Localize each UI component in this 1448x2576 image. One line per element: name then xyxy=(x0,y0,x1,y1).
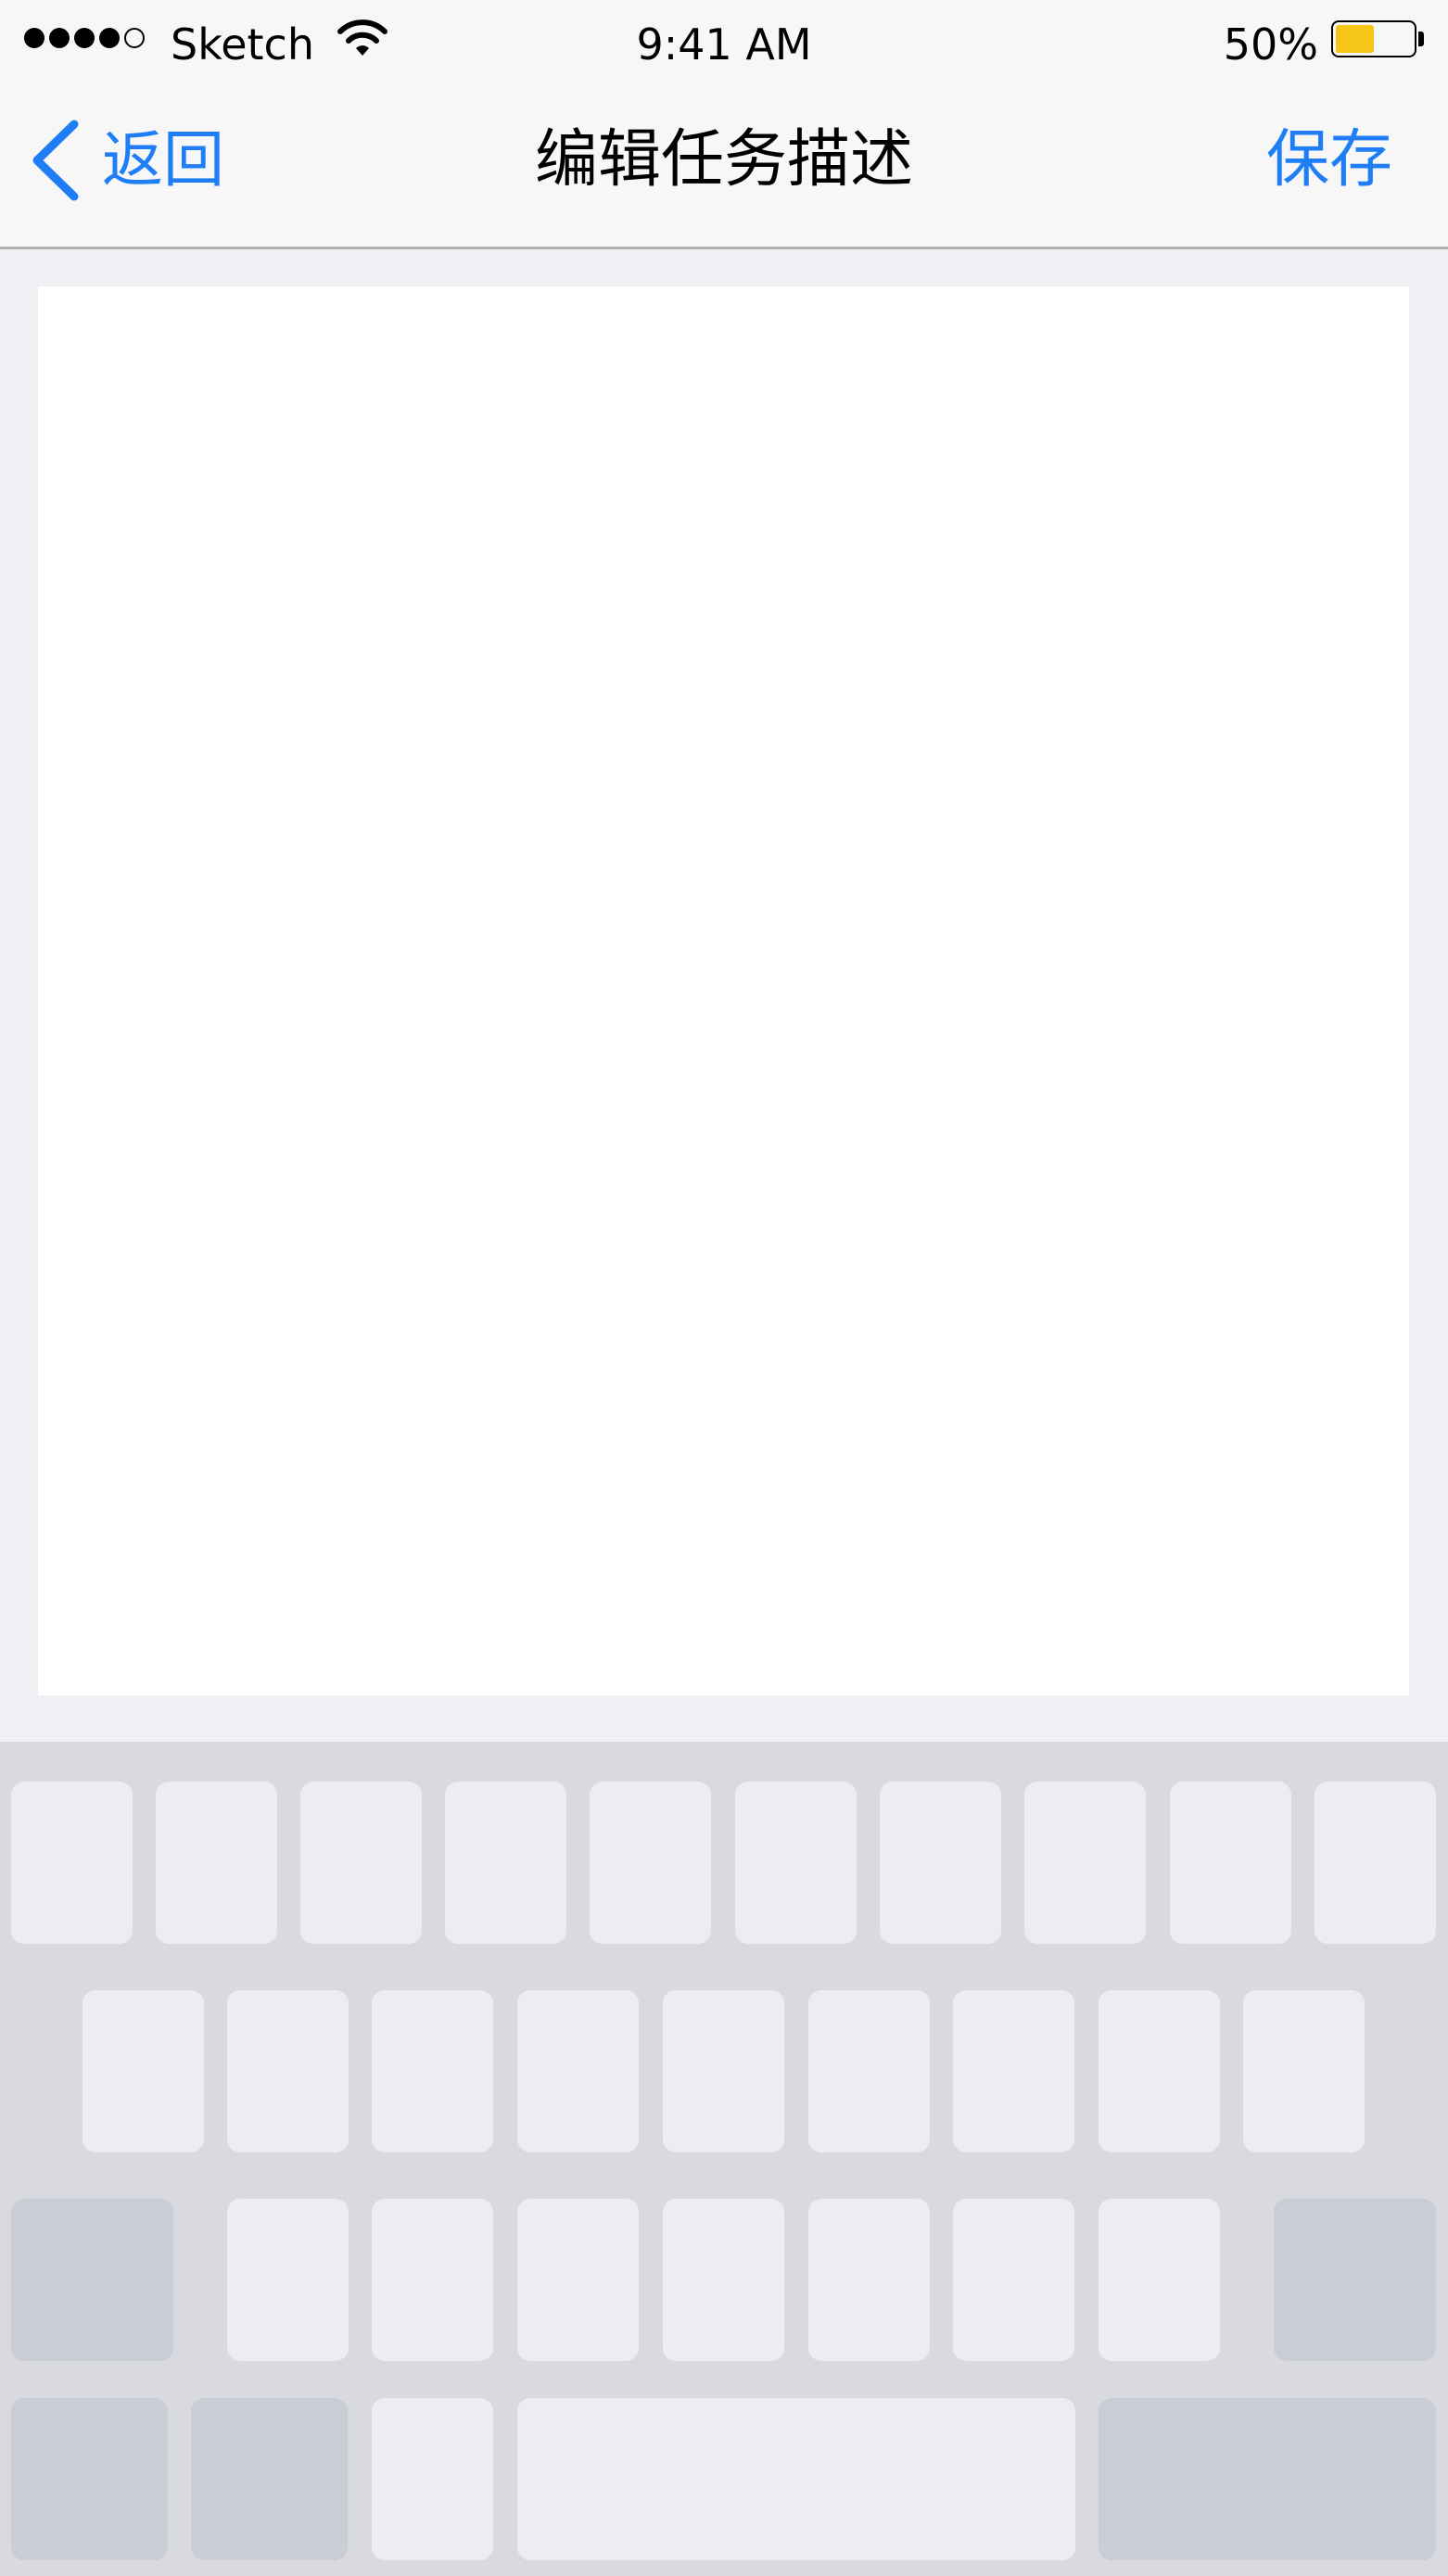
editor-area xyxy=(0,249,1448,1742)
keyboard-key[interactable] xyxy=(300,1782,422,1944)
keyboard-key[interactable] xyxy=(83,1990,204,2152)
battery-icon xyxy=(1331,20,1416,57)
keyboard-key[interactable] xyxy=(517,2199,639,2361)
battery-fill xyxy=(1336,25,1374,53)
keyboard-key[interactable] xyxy=(663,2199,784,2361)
delete-key[interactable] xyxy=(1274,2199,1436,2361)
keyboard-key[interactable] xyxy=(445,1782,566,1944)
keyboard-key[interactable] xyxy=(1170,1782,1291,1944)
keyboard-key[interactable] xyxy=(663,1990,784,2152)
globe-key[interactable] xyxy=(191,2398,348,2560)
keyboard-key[interactable] xyxy=(953,2199,1074,2361)
numbers-key[interactable] xyxy=(11,2398,168,2560)
mic-key[interactable] xyxy=(372,2398,493,2560)
status-bar: Sketch 9:41 AM 50% xyxy=(0,0,1448,83)
return-key[interactable] xyxy=(1099,2398,1436,2560)
keyboard-key[interactable] xyxy=(953,1990,1074,2152)
shift-key[interactable] xyxy=(11,2199,173,2361)
keyboard-key[interactable] xyxy=(590,1782,711,1944)
save-button[interactable]: 保存 xyxy=(1266,119,1392,202)
space-key[interactable] xyxy=(517,2398,1075,2560)
keyboard-key[interactable] xyxy=(880,1782,1001,1944)
battery-tip xyxy=(1418,32,1424,46)
keyboard-key[interactable] xyxy=(517,1990,639,2152)
keyboard-key[interactable] xyxy=(1099,1990,1220,2152)
keyboard-key[interactable] xyxy=(735,1782,857,1944)
keyboard-key[interactable] xyxy=(227,2199,349,2361)
battery-percent: 50% xyxy=(1223,19,1318,70)
keyboard-key[interactable] xyxy=(808,1990,930,2152)
keyboard-key[interactable] xyxy=(808,2199,930,2361)
keyboard-key[interactable] xyxy=(156,1782,277,1944)
keyboard-key[interactable] xyxy=(227,1990,349,2152)
keyboard-key[interactable] xyxy=(1099,2199,1220,2361)
keyboard-key[interactable] xyxy=(1024,1782,1146,1944)
navigation-bar: 返回 编辑任务描述 保存 xyxy=(0,83,1448,249)
page-title: 编辑任务描述 xyxy=(534,123,913,197)
keyboard xyxy=(0,1742,1448,2576)
keyboard-key[interactable] xyxy=(372,1990,493,2152)
keyboard-key[interactable] xyxy=(11,1782,133,1944)
keyboard-key[interactable] xyxy=(1315,1782,1436,1944)
keyboard-key[interactable] xyxy=(372,2199,493,2361)
task-description-input[interactable] xyxy=(38,286,1409,1695)
keyboard-key[interactable] xyxy=(1243,1990,1365,2152)
